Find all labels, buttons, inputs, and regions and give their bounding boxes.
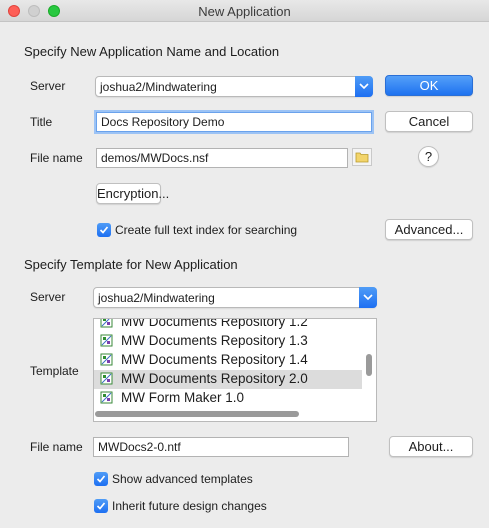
- template-list-item[interactable]: MW Documents Repository 2.0: [94, 370, 362, 389]
- about-button[interactable]: About...: [389, 436, 473, 457]
- title-input[interactable]: Docs Repository Demo: [96, 112, 372, 132]
- template-list-item-label: MW Documents Repository 2.0: [121, 371, 308, 386]
- title-label: Title: [30, 115, 53, 129]
- show-advanced-label: Show advanced templates: [112, 472, 253, 486]
- new-application-dialog: New Application Specify New Application …: [0, 0, 489, 528]
- title-input-value: Docs Repository Demo: [101, 115, 225, 129]
- folder-icon: [355, 151, 369, 166]
- template-list-item[interactable]: MW Form Maker 1.0: [94, 389, 362, 408]
- database-template-icon: [100, 334, 113, 347]
- template-list-item[interactable]: MW Documents Repository 1.3: [94, 332, 362, 351]
- template-server-label: Server: [30, 290, 66, 304]
- database-template-icon: [100, 319, 113, 328]
- chevron-down-icon: [359, 287, 377, 308]
- cancel-button[interactable]: Cancel: [385, 111, 473, 132]
- window-title: New Application: [198, 4, 291, 19]
- template-server-value: joshua2/Mindwatering: [98, 291, 215, 305]
- ok-button[interactable]: OK: [385, 75, 473, 96]
- template-list-item-label: MW Form Maker 1.0: [121, 390, 245, 405]
- encryption-button[interactable]: Encryption...: [96, 183, 169, 204]
- template-list-horizontal-scrollbar[interactable]: [95, 411, 299, 417]
- checkmark-icon: [96, 502, 106, 510]
- template-list[interactable]: MW Documents Repository 1.2 MW Documents …: [93, 318, 377, 422]
- app-section-heading: Specify New Application Name and Locatio…: [24, 44, 280, 59]
- template-list-item-label: MW Documents Repository 1.3: [121, 333, 308, 348]
- inherit-checkbox[interactable]: [94, 499, 108, 513]
- fulltext-checkbox[interactable]: [97, 223, 111, 237]
- template-filename-input[interactable]: MWDocs2-0.ntf: [93, 437, 349, 457]
- checkmark-icon: [99, 226, 109, 234]
- fulltext-label: Create full text index for searching: [115, 223, 298, 237]
- browse-folder-button[interactable]: [352, 148, 372, 166]
- template-list-item[interactable]: MW Documents Repository 1.2: [94, 318, 362, 332]
- template-list-item[interactable]: MW Documents Repository 1.4: [94, 351, 362, 370]
- template-list-item-label: MW Documents Repository 1.2: [121, 318, 308, 329]
- show-advanced-checkbox[interactable]: [94, 472, 108, 486]
- template-list-vertical-scrollbar[interactable]: [366, 354, 372, 376]
- chevron-down-icon: [355, 76, 373, 97]
- help-button[interactable]: ?: [418, 146, 439, 167]
- checkmark-icon: [96, 475, 106, 483]
- server-select[interactable]: joshua2/Mindwatering: [95, 76, 373, 97]
- title-bar: New Application: [0, 0, 489, 22]
- template-filename-label: File name: [30, 440, 83, 454]
- inherit-label: Inherit future design changes: [112, 499, 267, 513]
- template-section-heading: Specify Template for New Application: [24, 257, 238, 272]
- database-template-icon: [100, 391, 113, 404]
- template-server-select[interactable]: joshua2/Mindwatering: [93, 287, 377, 308]
- filename-input-value: demos/MWDocs.nsf: [101, 151, 209, 165]
- template-list-item-label: MW Documents Repository 1.4: [121, 352, 308, 367]
- database-template-icon: [100, 353, 113, 366]
- server-label: Server: [30, 79, 66, 93]
- filename-label: File name: [30, 151, 83, 165]
- filename-input[interactable]: demos/MWDocs.nsf: [96, 148, 348, 168]
- server-select-value: joshua2/Mindwatering: [100, 80, 217, 94]
- template-filename-value: MWDocs2-0.ntf: [98, 440, 181, 454]
- template-label: Template: [30, 364, 79, 378]
- advanced-button[interactable]: Advanced...: [385, 219, 473, 240]
- database-template-icon: [100, 372, 113, 385]
